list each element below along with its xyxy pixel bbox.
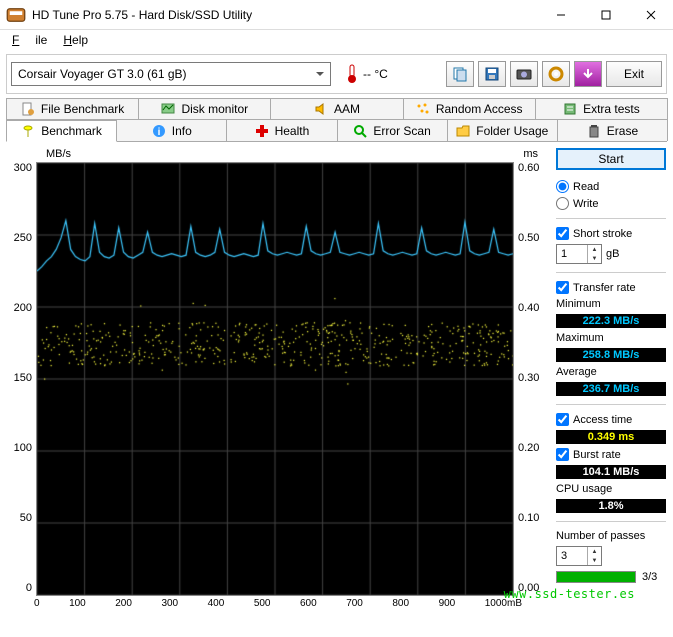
- tab-row-bottom: Benchmark iInfo Health Error Scan Folder…: [6, 119, 667, 142]
- transfer-rate-check[interactable]: Transfer rate: [556, 281, 666, 294]
- tab-health[interactable]: Health: [226, 119, 337, 141]
- access-time-value: 0.349 ms: [556, 430, 666, 444]
- tab-disk-monitor[interactable]: Disk monitor: [138, 98, 271, 120]
- short-stroke-input[interactable]: 1▲▼: [556, 244, 602, 264]
- minimum-label: Minimum: [556, 298, 666, 310]
- gb-label: gB: [606, 248, 619, 260]
- menubar: File Help: [0, 30, 673, 50]
- tab-random-access[interactable]: Random Access: [403, 98, 536, 120]
- tab-error-scan[interactable]: Error Scan: [337, 119, 448, 141]
- tab-file-benchmark[interactable]: File Benchmark: [6, 98, 139, 120]
- minimize-button[interactable]: [538, 0, 583, 29]
- short-stroke-check[interactable]: Short stroke: [556, 227, 666, 240]
- y-axis-right: 0.600.500.400.300.200.100.00: [514, 162, 544, 594]
- thermometer-icon: [345, 64, 359, 84]
- toolbar: Corsair Voyager GT 3.0 (61 gB) -- °C Exi…: [6, 54, 667, 94]
- folder-usage-icon: [456, 124, 470, 138]
- tab-benchmark[interactable]: Benchmark: [6, 120, 117, 142]
- tab-aam[interactable]: AAM: [270, 98, 403, 120]
- write-radio[interactable]: Write: [556, 197, 666, 210]
- start-button[interactable]: Start: [556, 148, 666, 170]
- progress-bar: 3/3: [556, 570, 666, 584]
- minimum-value: 222.3 MB/s: [556, 314, 666, 328]
- tab-extra-tests[interactable]: Extra tests: [535, 98, 668, 120]
- save-button[interactable]: [478, 61, 506, 87]
- options-button[interactable]: [542, 61, 570, 87]
- down-button[interactable]: [574, 61, 602, 87]
- passes-label: Number of passes: [556, 530, 666, 542]
- tab-row-top: File Benchmark Disk monitor AAM Random A…: [6, 98, 667, 120]
- passes-input[interactable]: 3▲▼: [556, 546, 602, 566]
- health-icon: [255, 124, 269, 138]
- menu-file[interactable]: File: [4, 31, 55, 49]
- y-left-label: MB/s: [46, 148, 71, 160]
- svg-text:i: i: [157, 127, 160, 138]
- disk-monitor-icon: [161, 102, 175, 116]
- tab-info[interactable]: iInfo: [116, 119, 227, 141]
- maximum-label: Maximum: [556, 332, 666, 344]
- temperature-display: -- °C: [345, 64, 388, 84]
- menu-help[interactable]: Help: [55, 31, 96, 49]
- copy-info-button[interactable]: [446, 61, 474, 87]
- maximize-button[interactable]: [583, 0, 628, 29]
- average-label: Average: [556, 366, 666, 378]
- app-icon: [6, 5, 26, 25]
- maximum-value: 258.8 MB/s: [556, 348, 666, 362]
- erase-icon: [587, 124, 601, 138]
- aam-icon: [314, 102, 328, 116]
- benchmark-icon: [21, 124, 35, 138]
- average-value: 236.7 MB/s: [556, 382, 666, 396]
- extra-tests-icon: [563, 102, 577, 116]
- exit-button[interactable]: Exit: [606, 61, 662, 87]
- file-benchmark-icon: [21, 102, 35, 116]
- window-title: HD Tune Pro 5.75 - Hard Disk/SSD Utility: [32, 8, 538, 22]
- read-radio[interactable]: Read: [556, 180, 666, 193]
- chart-area: MB/s ms 300250200150100500 0.600.500.400.…: [6, 148, 548, 609]
- random-access-icon: [416, 102, 430, 116]
- access-time-check[interactable]: Access time: [556, 413, 666, 426]
- tab-folder-usage[interactable]: Folder Usage: [447, 119, 558, 141]
- titlebar: HD Tune Pro 5.75 - Hard Disk/SSD Utility: [0, 0, 673, 30]
- x-axis: 01002003004005006007008009001000mB: [6, 596, 548, 609]
- y-right-label: ms: [523, 148, 538, 160]
- close-button[interactable]: [628, 0, 673, 29]
- cpu-usage-value: 1.8%: [556, 499, 666, 513]
- burst-rate-check[interactable]: Burst rate: [556, 448, 666, 461]
- device-select[interactable]: Corsair Voyager GT 3.0 (61 gB): [11, 62, 331, 86]
- info-icon: i: [152, 124, 166, 138]
- benchmark-chart: [36, 162, 514, 596]
- tab-erase[interactable]: Erase: [557, 119, 668, 141]
- cpu-usage-label: CPU usage: [556, 483, 666, 495]
- y-axis-left: 300250200150100500: [6, 162, 36, 594]
- screenshot-button[interactable]: [510, 61, 538, 87]
- burst-rate-value: 104.1 MB/s: [556, 465, 666, 479]
- error-scan-icon: [353, 124, 367, 138]
- side-panel: Start Read Write Short stroke 1▲▼ gB Tra…: [556, 148, 666, 609]
